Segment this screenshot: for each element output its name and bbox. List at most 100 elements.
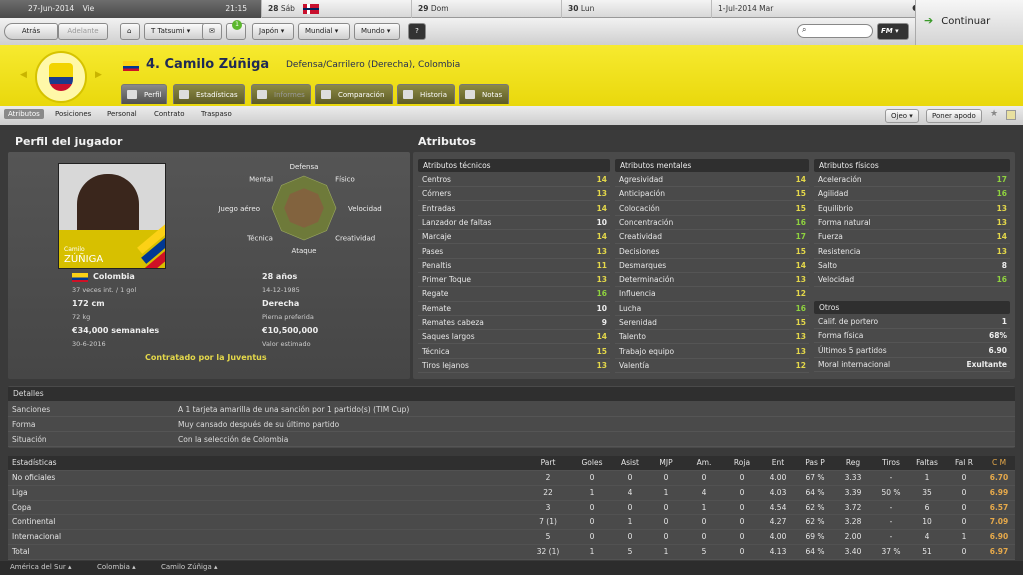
attribute-row[interactable]: Aceleración 17 [814, 173, 1010, 188]
attribute-row[interactable]: Resistencia 13 [814, 245, 1010, 259]
attribute-label: Pases [422, 246, 444, 256]
attribute-row[interactable]: Talento 13 [615, 330, 809, 345]
attribute-row[interactable]: Decisiones 15 [615, 245, 809, 259]
attribute-row[interactable]: Pases 13 [418, 245, 610, 259]
caps-goals: 37 veces int. / 1 gol [72, 286, 137, 294]
note-icon[interactable] [1006, 110, 1016, 120]
breadcrumb-region[interactable]: América del Sur ▴ [10, 563, 72, 571]
attribute-row[interactable]: Lanzador de faltas 10 [418, 216, 610, 231]
calendar-day-29[interactable]: 29 Dom [412, 0, 562, 18]
attribute-label: Equilibrio [818, 203, 854, 213]
attribute-row[interactable]: Penaltis 11 [418, 259, 610, 273]
stats-row[interactable]: Continental 7 (1) 0 1 0 0 0 4.27 62 % 3.28-10 0 7.0… [8, 515, 1015, 531]
attribute-row[interactable]: Valentía 12 [615, 359, 809, 374]
attribute-row[interactable]: Salto 8 [814, 259, 1010, 273]
stats-row[interactable]: Liga 22 1 4 1 4 0 4.03 64 % 3.39 50 % 35 0 6.99 [8, 486, 1015, 501]
help-button[interactable]: ? [408, 23, 426, 40]
stats-row[interactable]: Total 32 (1) 1 5 1 5 0 4.13 64 % 3.40 37 % 51 0 6.97 [8, 545, 1015, 560]
stats-cell: 0 [627, 532, 633, 542]
tab-informes[interactable]: Informes [251, 84, 311, 104]
back-button[interactable]: Atrás [4, 23, 58, 40]
notifications-icon[interactable]: 1 [226, 20, 246, 40]
attribute-row[interactable]: Influencia 12 [615, 287, 809, 302]
attribute-row[interactable]: Primer Toque 13 [418, 273, 610, 288]
continue-button[interactable]: ➔ Continuar [924, 12, 990, 30]
stats-row[interactable]: Copa 3 0 0 0 1 0 4.54 62 % 3.72 - 6 0 6.57 [8, 501, 1015, 516]
stats-row[interactable]: Internacional 5 0 0 0 0 0 4.00 69 % 2.00 - 4 1 6.90 [8, 530, 1015, 545]
stats-cell: 0 [739, 502, 745, 512]
attribute-row[interactable]: Agilidad 16 [814, 187, 1010, 202]
attribute-row[interactable]: Velocidad 16 [814, 273, 1010, 288]
attribute-row[interactable]: Saques largos 14 [418, 330, 610, 345]
attribute-row[interactable]: Calif. de portero 1 [814, 315, 1010, 330]
attribute-row[interactable]: Lucha 16 [615, 302, 809, 316]
tab-notas[interactable]: Notas [459, 84, 509, 104]
inbox-icon[interactable]: ✉ [202, 23, 222, 40]
attribute-row[interactable]: Remate 10 [418, 302, 610, 316]
tab-historia[interactable]: Historia [397, 84, 455, 104]
attribute-row[interactable]: Desmarques 14 [615, 259, 809, 273]
tab-perfil[interactable]: Perfil [121, 84, 167, 104]
tab-estadisticas[interactable]: Estadísticas [173, 84, 245, 104]
subnav-traspaso[interactable]: Traspaso [201, 110, 232, 118]
attribute-row[interactable]: Fuerza 14 [814, 230, 1010, 245]
manager-name: T Tatsumi [151, 27, 185, 35]
notification-badge: 1 [232, 20, 242, 30]
attribute-row[interactable]: Remates cabeza 9 [418, 316, 610, 331]
tab-comparacion[interactable]: Comparación [315, 84, 393, 104]
attribute-row[interactable]: Equilibrio 13 [814, 202, 1010, 216]
fm-menu[interactable]: FM ▾ [877, 23, 909, 40]
nickname-button[interactable]: Poner apodo [926, 109, 982, 123]
manager-menu[interactable]: T Tatsumi ▾ [144, 23, 206, 40]
subnav-contrato[interactable]: Contrato [154, 110, 185, 118]
menu-japon[interactable]: Japón ▾ [252, 23, 294, 40]
attribute-row[interactable]: Determinación 13 [615, 273, 809, 288]
stats-cell: 51 [922, 547, 932, 556]
attribute-row[interactable]: Anticipación 15 [615, 187, 809, 202]
calendar-day: Vie [82, 4, 95, 13]
calendar-current-day[interactable]: 27-Jun-2014 Vie 21:15 [0, 0, 262, 18]
attribute-value: 14 [795, 175, 806, 184]
attribute-row[interactable]: Forma física 68% [814, 329, 1010, 344]
attribute-row[interactable]: Regate 16 [418, 287, 610, 302]
subnav-personal[interactable]: Personal [107, 110, 137, 118]
stats-cell: 0 [739, 473, 745, 482]
home-icon[interactable]: ⌂ [120, 23, 140, 40]
stats-cell: 0 [739, 547, 745, 556]
attribute-row[interactable]: Trabajo equipo 13 [615, 345, 809, 359]
stats-cell: 6.90 [989, 532, 1009, 542]
menu-mundo[interactable]: Mundo ▾ [354, 23, 400, 40]
stats-row[interactable]: No oficiales 2 0 0 0 0 0 4.00 67 % 3.33 - 1 0 6.70 [8, 471, 1015, 486]
calendar-day-1jul[interactable]: 1-Jul-2014 Mar [712, 0, 852, 18]
scout-button[interactable]: Ojeo ▾ [885, 109, 919, 123]
attribute-row[interactable]: Tiros lejanos 13 [418, 359, 610, 374]
breadcrumb-player[interactable]: Camilo Zúñiga ▴ [161, 563, 218, 571]
attribute-label: Talento [619, 332, 646, 342]
attribute-row[interactable]: Serenidad 15 [615, 316, 809, 331]
prev-arrow-icon[interactable]: ◀ [20, 70, 27, 80]
attribute-row[interactable]: Colocación 15 [615, 202, 809, 216]
attribute-row[interactable]: Marcaje 14 [418, 230, 610, 245]
calendar-day-30[interactable]: 30 Lun [562, 0, 712, 18]
forward-button[interactable]: Adelante [58, 23, 108, 40]
subnav-posiciones[interactable]: Posiciones [55, 110, 91, 118]
attribute-row[interactable]: Últimos 5 partidos 6.90 [814, 344, 1010, 358]
attribute-row[interactable]: Córners 13 [418, 187, 610, 202]
menu-mundial[interactable]: Mundial ▾ [298, 23, 350, 40]
search-input[interactable]: ⌕ [797, 24, 873, 38]
calendar-day-28[interactable]: 28 Sáb [262, 0, 412, 18]
attribute-row[interactable]: Agresividad 14 [615, 173, 809, 188]
breadcrumb-nation[interactable]: Colombia ▴ [97, 563, 136, 571]
attribute-row[interactable]: Entradas 14 [418, 202, 610, 216]
attribute-row[interactable]: Moral internacional Exultante [814, 358, 1010, 373]
star-icon[interactable]: ★ [990, 109, 998, 119]
attribute-row[interactable]: Creatividad 17 [615, 230, 809, 245]
attribute-row[interactable]: Concentración 16 [615, 216, 809, 231]
stats-cell: 6 [924, 502, 930, 512]
next-arrow-icon[interactable]: ▶ [95, 70, 102, 80]
attribute-row[interactable]: Centros 14 [418, 173, 610, 188]
attribute-row[interactable]: Forma natural 13 [814, 216, 1010, 231]
subnav-atributos[interactable]: Atributos [4, 109, 44, 119]
attribute-row[interactable]: Técnica 15 [418, 345, 610, 359]
attribute-value: 15 [795, 318, 806, 327]
